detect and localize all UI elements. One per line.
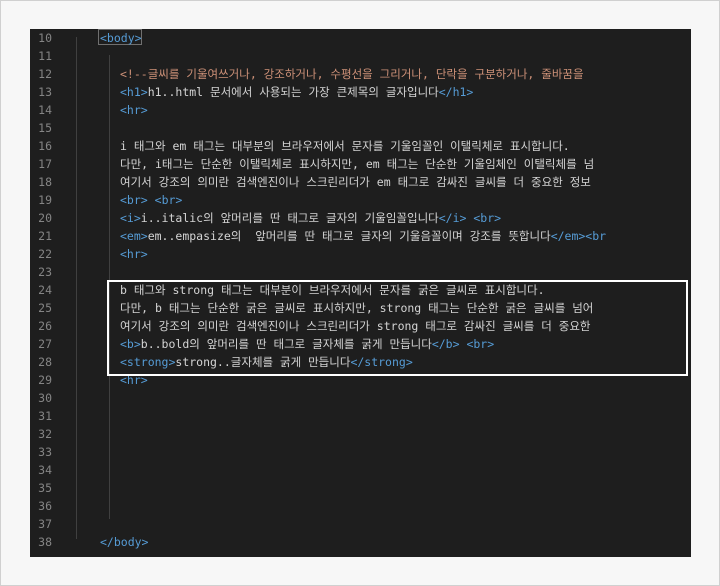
code-line[interactable]: 36 bbox=[30, 497, 691, 515]
line-number: 23 bbox=[38, 265, 52, 279]
line-number: 17 bbox=[38, 157, 52, 171]
line-content: 여기서 강조의 의미란 검색엔진이나 스크린리더가 em 태그로 감싸진 글씨를… bbox=[120, 173, 591, 191]
text-token: i 태그와 em 태그는 대부분의 브라우저에서 문자를 기울임꼴인 이탤릭체로… bbox=[120, 139, 570, 153]
line-content: </body> bbox=[100, 533, 148, 551]
line-number: 31 bbox=[38, 409, 52, 423]
html-tag-token: <br> bbox=[154, 193, 183, 207]
line-content: i 태그와 em 태그는 대부분의 브라우저에서 문자를 기울임꼴인 이탤릭체로… bbox=[120, 137, 570, 155]
line-number: 14 bbox=[38, 103, 52, 117]
text-token: em..empasize의 앞머리를 딴 태그로 글자의 기울음꼴이며 강조를 … bbox=[147, 229, 551, 243]
html-tag-token: </i> bbox=[438, 211, 467, 225]
line-number: 11 bbox=[38, 49, 52, 63]
line-number: 35 bbox=[38, 481, 52, 495]
line-content: <hr> bbox=[120, 101, 148, 119]
line-content: <hr> bbox=[120, 245, 148, 263]
code-line[interactable]: 13 <h1>h1..html 문서에서 사용되는 가장 큰제목의 글자입니다</… bbox=[30, 83, 691, 101]
line-content: <em>em..empasize의 앞머리를 딴 태그로 글자의 기울음꼴이며 … bbox=[120, 227, 606, 245]
code-line[interactable]: 11 bbox=[30, 47, 691, 65]
line-number: 18 bbox=[38, 175, 52, 189]
code-line[interactable]: 32 bbox=[30, 425, 691, 443]
html-tag-token: <br> bbox=[120, 193, 148, 207]
code-line[interactable]: 17 다만, i태그는 단순한 이탤릭체로 표시하지만, em 태그는 단순한 기… bbox=[30, 155, 691, 173]
line-number: 21 bbox=[38, 229, 52, 243]
line-number: 34 bbox=[38, 463, 52, 477]
code-line[interactable]: 35 bbox=[30, 479, 691, 497]
line-number: 36 bbox=[38, 499, 52, 513]
html-tag-token: </h1> bbox=[438, 85, 474, 99]
code-line[interactable]: 12 <!--글씨를 기울여쓰거나, 강조하거나, 수평선을 그리거나, 단락을 … bbox=[30, 65, 691, 83]
line-content: <body> bbox=[100, 29, 142, 47]
line-number: 16 bbox=[38, 139, 52, 153]
code-line[interactable]: 23 bbox=[30, 263, 691, 281]
code-line[interactable]: 33 bbox=[30, 443, 691, 461]
line-number: 28 bbox=[38, 355, 52, 369]
line-content: <br> <br> bbox=[120, 191, 182, 209]
line-number: 26 bbox=[38, 319, 52, 333]
code-line[interactable]: 22 <hr> bbox=[30, 245, 691, 263]
html-tag-token: <hr> bbox=[120, 103, 148, 117]
html-tag-token: <hr> bbox=[120, 247, 148, 261]
code-line[interactable]: 21 <em>em..empasize의 앞머리를 딴 태그로 글자의 기울음꼴이… bbox=[30, 227, 691, 245]
code-line[interactable]: 16 i 태그와 em 태그는 대부분의 브라우저에서 문자를 기울임꼴인 이탤릭… bbox=[30, 137, 691, 155]
highlight-box bbox=[107, 280, 688, 376]
code-line[interactable]: 34 bbox=[30, 461, 691, 479]
html-tag-token: </body> bbox=[100, 535, 149, 549]
code-line[interactable]: 30 bbox=[30, 389, 691, 407]
comment-token: <!--글씨를 기울여쓰거나, 강조하거나, 수평선을 그리거나, 단락을 구분… bbox=[120, 67, 584, 81]
line-number: 32 bbox=[38, 427, 52, 441]
line-number: 37 bbox=[38, 517, 52, 531]
line-number: 27 bbox=[38, 337, 52, 351]
html-tag-token: <h1> bbox=[120, 85, 148, 99]
line-number: 12 bbox=[38, 67, 52, 81]
code-line[interactable]: 10 <body> bbox=[30, 29, 691, 47]
text-token: h1..html 문서에서 사용되는 가장 큰제목의 글자입니다 bbox=[147, 85, 439, 99]
text-token: 여기서 강조의 의미란 검색엔진이나 스크린리더가 em 태그로 감싸진 글씨를… bbox=[120, 175, 591, 189]
html-tag-token: <i> bbox=[120, 211, 141, 225]
line-content: 다만, i태그는 단순한 이탤릭체로 표시하지만, em 태그는 단순한 기울임… bbox=[120, 155, 594, 173]
code-line[interactable]: 15 bbox=[30, 119, 691, 137]
code-line[interactable]: 19 <br> <br> bbox=[30, 191, 691, 209]
line-number: 24 bbox=[38, 283, 52, 297]
html-tag-token: <body> bbox=[100, 31, 142, 45]
line-number: 38 bbox=[38, 535, 52, 549]
code-line[interactable]: 14 <hr> bbox=[30, 101, 691, 119]
line-number: 25 bbox=[38, 301, 52, 315]
line-number: 20 bbox=[38, 211, 52, 225]
line-number: 13 bbox=[38, 85, 52, 99]
line-content: <i>i..italic의 앞머리를 딴 태그로 글자의 기울임꼴입니다</i>… bbox=[120, 209, 501, 227]
line-number: 22 bbox=[38, 247, 52, 261]
line-content: <h1>h1..html 문서에서 사용되는 가장 큰제목의 글자입니다</h1… bbox=[120, 83, 473, 101]
text-token: i..italic의 앞머리를 딴 태그로 글자의 기울임꼴입니다 bbox=[140, 211, 439, 225]
code-line[interactable]: 18 여기서 강조의 의미란 검색엔진이나 스크린리더가 em 태그로 감싸진 글… bbox=[30, 173, 691, 191]
html-tag-token: <br> bbox=[473, 211, 502, 225]
line-number: 30 bbox=[38, 391, 52, 405]
code-line[interactable]: 38 </body> bbox=[30, 533, 691, 551]
text-token: 다만, i태그는 단순한 이탤릭체로 표시하지만, em 태그는 단순한 기울임… bbox=[120, 157, 595, 171]
code-line[interactable]: 20 <i>i..italic의 앞머리를 딴 태그로 글자의 기울임꼴입니다</… bbox=[30, 209, 691, 227]
html-tag-token: <em> bbox=[120, 229, 148, 243]
code-editor[interactable]: 10 <body> 11 12 <!--글씨를 기울여쓰거나, 강조하거나, 수평선을 … bbox=[30, 29, 691, 557]
line-content: <!--글씨를 기울여쓰거나, 강조하거나, 수평선을 그리거나, 단락을 구분… bbox=[120, 65, 584, 83]
line-number: 33 bbox=[38, 445, 52, 459]
line-number: 15 bbox=[38, 121, 52, 135]
screenshot-frame: 10 <body> 11 12 <!--글씨를 기울여쓰거나, 강조하거나, 수평선을 … bbox=[0, 0, 720, 586]
code-line[interactable]: 37 bbox=[30, 515, 691, 533]
line-number: 19 bbox=[38, 193, 52, 207]
line-number: 29 bbox=[38, 373, 52, 387]
line-number: 10 bbox=[38, 31, 52, 45]
code-line[interactable]: 31 bbox=[30, 407, 691, 425]
html-tag-token: </em><br bbox=[550, 229, 607, 243]
